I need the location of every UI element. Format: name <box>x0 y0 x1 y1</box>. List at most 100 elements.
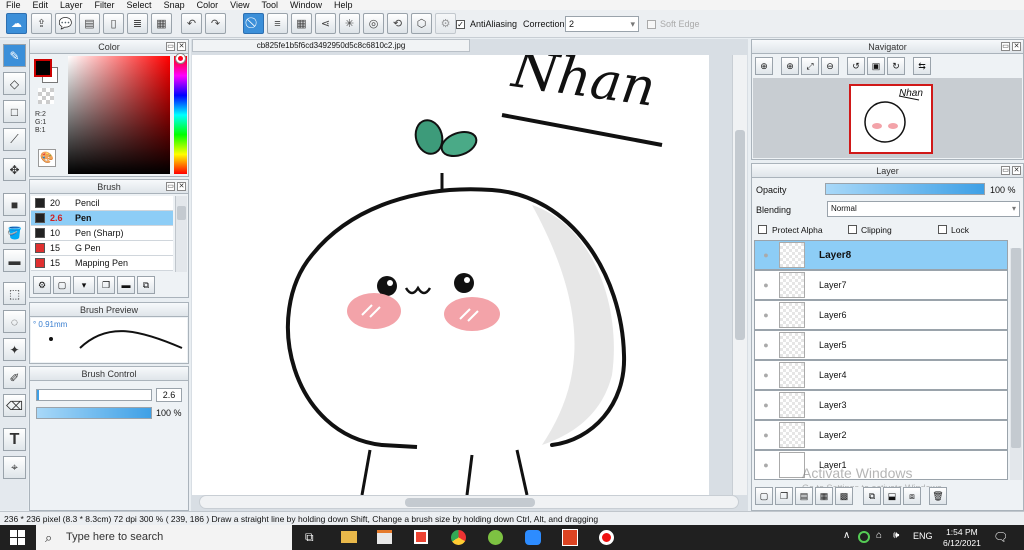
drawing-canvas[interactable]: Nhan <box>192 55 709 495</box>
clipping-checkbox[interactable] <box>848 225 857 234</box>
layer-row[interactable]: ● Layer5 <box>754 330 1008 360</box>
eraser-tool-icon[interactable]: ◇ <box>3 72 26 95</box>
fill-rect-tool-icon[interactable]: ■ <box>3 193 26 216</box>
export-icon[interactable]: ⇪ <box>31 13 52 34</box>
paint-tool-icon[interactable] <box>562 529 578 546</box>
file-explorer-icon[interactable] <box>341 531 357 543</box>
layer-row[interactable]: ● Layer3 <box>754 390 1008 420</box>
rect-tool-icon[interactable]: □ <box>3 100 26 123</box>
windows-start-icon[interactable] <box>10 530 25 545</box>
layer-row[interactable]: ● Layer2 <box>754 420 1008 450</box>
layer-row[interactable]: ● Layer4 <box>754 360 1008 390</box>
menu-filter[interactable]: Filter <box>95 0 115 10</box>
layer-opacity-slider[interactable] <box>825 183 985 195</box>
restore-icon[interactable]: ▭ <box>1001 42 1010 51</box>
green-app-icon[interactable] <box>488 530 503 545</box>
menu-layer[interactable]: Layer <box>60 0 83 10</box>
restore-icon[interactable]: ▭ <box>166 182 175 191</box>
close-icon[interactable]: ✕ <box>177 42 186 51</box>
tray-app-icon[interactable] <box>858 531 870 543</box>
color-saturation-field[interactable] <box>68 56 170 174</box>
record-icon[interactable] <box>599 530 614 545</box>
tone-layer-icon[interactable]: ▦ <box>815 487 833 505</box>
layer-row[interactable]: ● Layer6 <box>754 300 1008 330</box>
taskbar-search-box[interactable]: ⌕ Type here to search <box>36 525 292 550</box>
protect-alpha-checkbox[interactable] <box>758 225 767 234</box>
menu-window[interactable]: Window <box>290 0 322 10</box>
restore-icon[interactable]: ▭ <box>1001 166 1010 175</box>
brush-item[interactable]: 15 G Pen <box>31 241 173 256</box>
snap-settings-icon[interactable]: ⚙ <box>435 13 456 34</box>
pen-tool-icon[interactable]: ✎ <box>3 44 26 67</box>
visibility-icon[interactable]: ● <box>755 400 777 410</box>
restore-icon[interactable]: ▭ <box>166 42 175 51</box>
bucket-tool-icon[interactable]: 🪣 <box>3 221 26 244</box>
visibility-icon[interactable]: ● <box>755 250 777 260</box>
comment-icon[interactable]: ▤ <box>79 13 100 34</box>
snap-polygon-icon[interactable]: ⬡ <box>411 13 432 34</box>
brush-size-input[interactable]: 2.6 <box>156 388 182 402</box>
clock[interactable]: 1:54 PM 6/12/2021 <box>943 527 981 549</box>
copy-layer-icon[interactable]: ❐ <box>775 487 793 505</box>
reset-rotation-icon[interactable]: ▣ <box>867 57 885 75</box>
lasso-tool-icon[interactable]: ◌ <box>3 310 26 333</box>
close-icon[interactable]: ✕ <box>177 182 186 191</box>
magic-wand-icon[interactable]: ✦ <box>3 338 26 361</box>
snap-curve-icon[interactable]: ⟲ <box>387 13 408 34</box>
navigator-viewport-rect[interactable]: Nhan <box>849 84 933 154</box>
menu-view[interactable]: View <box>230 0 249 10</box>
merge-down-icon[interactable]: ⬓ <box>883 487 901 505</box>
copy-brush-icon[interactable]: ❐ <box>97 276 115 294</box>
select-rect-icon[interactable]: ⬚ <box>3 282 26 305</box>
app-icon[interactable] <box>414 530 428 544</box>
select-pen-icon[interactable]: ✐ <box>3 366 26 389</box>
snap-off-icon[interactable]: ⃠ <box>243 13 264 34</box>
store-icon[interactable] <box>377 530 392 544</box>
volume-icon[interactable]: 🕪 <box>893 530 899 541</box>
line-tool-icon[interactable]: ⟋ <box>3 128 26 151</box>
task-view-icon[interactable]: ⧉ <box>305 530 314 545</box>
brush-item[interactable]: 10 Pen (Sharp) <box>31 226 173 241</box>
snap-parallel-icon[interactable]: ≡ <box>267 13 288 34</box>
canvas-horizontal-scrollbar[interactable] <box>199 495 739 509</box>
correction-select[interactable]: 2 ▾ <box>565 16 639 32</box>
brush-folder-icon[interactable]: ▬ <box>117 276 135 294</box>
layer-list-scrollbar[interactable] <box>1010 248 1022 480</box>
flip-icon[interactable]: ⇆ <box>913 57 931 75</box>
zoom-in-icon[interactable]: ⊕ <box>781 57 799 75</box>
antialiasing-checkbox[interactable]: ✓ <box>456 20 465 29</box>
chevron-up-icon[interactable]: ∧ <box>843 530 850 541</box>
clear-layer-icon[interactable]: ⧈ <box>903 487 921 505</box>
visibility-icon[interactable]: ● <box>755 310 777 320</box>
hue-slider-handle[interactable] <box>176 54 185 63</box>
visibility-icon[interactable]: ● <box>755 460 777 470</box>
close-icon[interactable]: ✕ <box>1012 166 1021 175</box>
chrome-icon[interactable] <box>451 530 466 545</box>
close-icon[interactable]: ✕ <box>1012 42 1021 51</box>
zoom-out-icon[interactable]: ⊖ <box>821 57 839 75</box>
snap-grid-icon[interactable]: ▦ <box>291 13 312 34</box>
notification-icon[interactable]: 🗨 <box>993 530 1008 544</box>
zoom-actual-icon[interactable]: ⤢ <box>801 57 819 75</box>
brush-menu-icon[interactable]: ▾ <box>73 276 95 294</box>
redo-icon[interactable]: ↷ <box>205 13 226 34</box>
screentone-icon[interactable]: ▩ <box>835 487 853 505</box>
visibility-icon[interactable]: ● <box>755 430 777 440</box>
text-tool-icon[interactable]: T <box>3 428 26 451</box>
brush-item[interactable]: 20 Pencil <box>31 196 173 211</box>
brush-size-slider[interactable] <box>36 389 152 401</box>
grid-icon[interactable]: ▦ <box>151 13 172 34</box>
snap-radial-icon[interactable]: ✳ <box>339 13 360 34</box>
snap-perspective-icon[interactable]: ⋖ <box>315 13 336 34</box>
transparent-color-icon[interactable] <box>38 88 54 104</box>
move-tool-icon[interactable]: ✥ <box>3 158 26 181</box>
menu-select[interactable]: Select <box>127 0 152 10</box>
brush-item[interactable]: 15 Mapping Pen <box>31 256 173 271</box>
lock-checkbox[interactable] <box>938 225 947 234</box>
visibility-icon[interactable]: ● <box>755 340 777 350</box>
menu-tool[interactable]: Tool <box>261 0 278 10</box>
brush-opacity-slider[interactable] <box>36 407 152 419</box>
menu-color[interactable]: Color <box>197 0 219 10</box>
new-layer-folder-icon[interactable]: ▤ <box>795 487 813 505</box>
chat-icon[interactable]: 💬 <box>55 13 76 34</box>
